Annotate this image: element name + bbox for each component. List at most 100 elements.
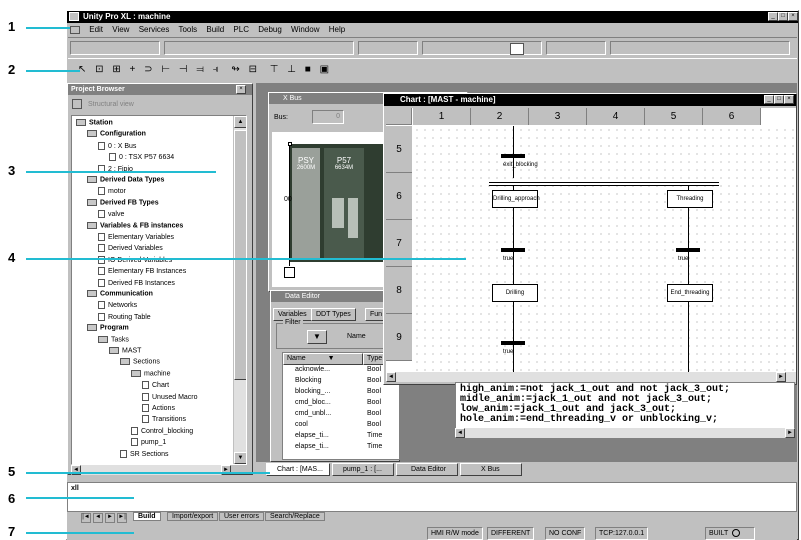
step-chain2-icon[interactable]: ⊥: [287, 64, 296, 75]
output-tab-build[interactable]: Build: [133, 512, 161, 521]
block2-icon[interactable]: ▣: [320, 64, 329, 75]
menu-services[interactable]: Services: [139, 25, 170, 34]
transition-tool-icon[interactable]: +: [130, 64, 136, 75]
tree-item[interactable]: Unused Macro: [142, 392, 198, 401]
menu-plc[interactable]: PLC: [233, 25, 249, 34]
tree-item[interactable]: machine: [131, 369, 170, 377]
output-nav-first[interactable]: |◄: [81, 513, 91, 523]
tree-item[interactable]: Derived Variables: [98, 244, 163, 253]
tree-item[interactable]: Networks: [98, 301, 137, 310]
sfc-step[interactable]: Drilling: [492, 284, 538, 302]
tree-item[interactable]: motor: [98, 187, 126, 196]
tree-item[interactable]: MAST: [109, 347, 141, 354]
tree-item[interactable]: Chart: [142, 381, 169, 390]
window-tab-pump[interactable]: pump_1 : [...: [332, 463, 394, 476]
comment-tool-icon[interactable]: ⊟: [249, 64, 257, 75]
close-button[interactable]: ×: [788, 12, 798, 21]
tree-item[interactable]: SR Sections: [120, 449, 169, 458]
window-tab-chart[interactable]: Chart : [MAS...: [266, 463, 330, 476]
tree-item[interactable]: Variables & FB instances: [87, 221, 183, 229]
tree-scrollbar[interactable]: ▲ ▼: [233, 116, 246, 464]
sfc-step[interactable]: Threading: [667, 190, 713, 208]
tree-item[interactable]: Elementary Variables: [98, 233, 174, 241]
tree-item[interactable]: Actions: [142, 404, 175, 412]
table-row[interactable]: blocking_... Bool: [283, 388, 399, 399]
tree-item[interactable]: 0 : TSX P57 6634: [109, 153, 174, 162]
chart-scroll-left[interactable]: ◄: [386, 372, 396, 382]
scroll-up-button[interactable]: ▲: [234, 116, 246, 128]
bus-input[interactable]: 0: [312, 110, 344, 124]
code-scroll-right[interactable]: ►: [785, 428, 795, 438]
window-tab-data-editor[interactable]: Data Editor: [396, 463, 458, 476]
tree-item[interactable]: Derived FB Instances: [98, 278, 175, 287]
structural-view-icon[interactable]: [72, 99, 82, 110]
sfc-transition[interactable]: [501, 248, 525, 252]
tree-item[interactable]: valve: [98, 210, 124, 219]
tree-item[interactable]: Sections: [120, 358, 160, 366]
link-tool-icon[interactable]: ↬: [231, 64, 239, 75]
tree-item[interactable]: Derived Data Types: [87, 176, 164, 183]
minimize-button[interactable]: _: [768, 12, 778, 21]
macro-step-tool-icon[interactable]: ⊞: [112, 64, 120, 75]
tree-item[interactable]: Communication: [87, 290, 153, 297]
menu-tools[interactable]: Tools: [178, 25, 197, 34]
menu-build[interactable]: Build: [206, 25, 224, 34]
sfc-transition[interactable]: [676, 248, 700, 252]
tree-item[interactable]: Transitions: [142, 415, 186, 424]
tree-item[interactable]: Configuration: [87, 130, 146, 138]
psy-module[interactable]: PSY 2600M: [292, 148, 320, 258]
tree-item[interactable]: 0 : X Bus: [98, 141, 136, 150]
tree-item[interactable]: Routing Table: [98, 312, 151, 321]
table-row[interactable]: cool Bool: [283, 421, 399, 432]
p57-module[interactable]: P57 6634M: [324, 148, 364, 258]
menu-view[interactable]: View: [112, 25, 129, 34]
par-divergence-icon[interactable]: ⫤: [196, 64, 204, 75]
maximize-button[interactable]: □: [778, 12, 788, 21]
sfc-transition[interactable]: [501, 341, 525, 345]
output-nav-prev[interactable]: ◄: [93, 513, 103, 523]
table-row[interactable]: elapse_ti... Time: [283, 443, 399, 454]
block-icon[interactable]: ■: [305, 64, 311, 75]
jump-tool-icon[interactable]: ⊃: [144, 64, 152, 75]
output-nav-last[interactable]: ►|: [117, 513, 127, 523]
code-hscroll[interactable]: ◄ ►: [455, 428, 795, 438]
scroll-thumb[interactable]: [234, 130, 246, 380]
menu-help[interactable]: Help: [329, 25, 345, 34]
step-tool-icon[interactable]: ⊡: [95, 64, 103, 75]
tab-ddt-types[interactable]: DDT Types: [311, 308, 356, 321]
chart-minimize-button[interactable]: _: [764, 95, 774, 104]
chart-scroll-right[interactable]: ►: [776, 372, 786, 382]
menu-window[interactable]: Window: [291, 25, 319, 34]
chart-hscroll[interactable]: ◄ ►: [386, 372, 796, 382]
doc-menu-icon[interactable]: [70, 25, 80, 34]
output-tab-user-errors[interactable]: User errors: [219, 512, 265, 521]
tree-item[interactable]: Program: [87, 324, 129, 332]
output-tab-import-export[interactable]: Import/export: [167, 512, 219, 521]
menu-debug[interactable]: Debug: [258, 25, 282, 34]
chart-maximize-button[interactable]: □: [774, 95, 784, 104]
scroll-down-button[interactable]: ▼: [234, 452, 246, 464]
code-scroll-left[interactable]: ◄: [455, 428, 465, 438]
table-row[interactable]: cmd_bloc... Bool: [283, 399, 399, 410]
rack-end-box[interactable]: [284, 267, 295, 278]
tree-item[interactable]: Tasks: [98, 335, 129, 343]
chart-close-button[interactable]: ×: [784, 95, 794, 104]
alt-divergence-icon[interactable]: ⊢: [161, 64, 170, 75]
menu-edit[interactable]: Edit: [89, 25, 103, 34]
tree-item[interactable]: Control_blocking: [131, 426, 193, 435]
alt-convergence-icon[interactable]: ⊣: [179, 64, 188, 75]
sfc-transition[interactable]: [501, 154, 525, 158]
tree-item[interactable]: Station: [76, 119, 113, 126]
output-tab-search-replace[interactable]: Search/Replace: [265, 512, 325, 521]
project-browser-close[interactable]: ×: [236, 85, 246, 94]
step-chain-icon[interactable]: ⊤: [270, 64, 279, 75]
sfc-step[interactable]: Drilling_approach: [492, 190, 540, 208]
code-line[interactable]: hole_anim:=end_threading_v or unblocking…: [460, 415, 794, 425]
output-nav-next[interactable]: ►: [105, 513, 115, 523]
tree-item[interactable]: Elementary FB Instances: [98, 267, 186, 276]
tree-item[interactable]: Derived FB Types: [87, 198, 159, 206]
col-name-header[interactable]: Name ▼: [283, 353, 363, 365]
tree-item[interactable]: pump_1: [131, 438, 166, 447]
table-row[interactable]: cmd_unbl... Bool: [283, 410, 399, 421]
sfc-step[interactable]: End_threading: [667, 284, 713, 302]
